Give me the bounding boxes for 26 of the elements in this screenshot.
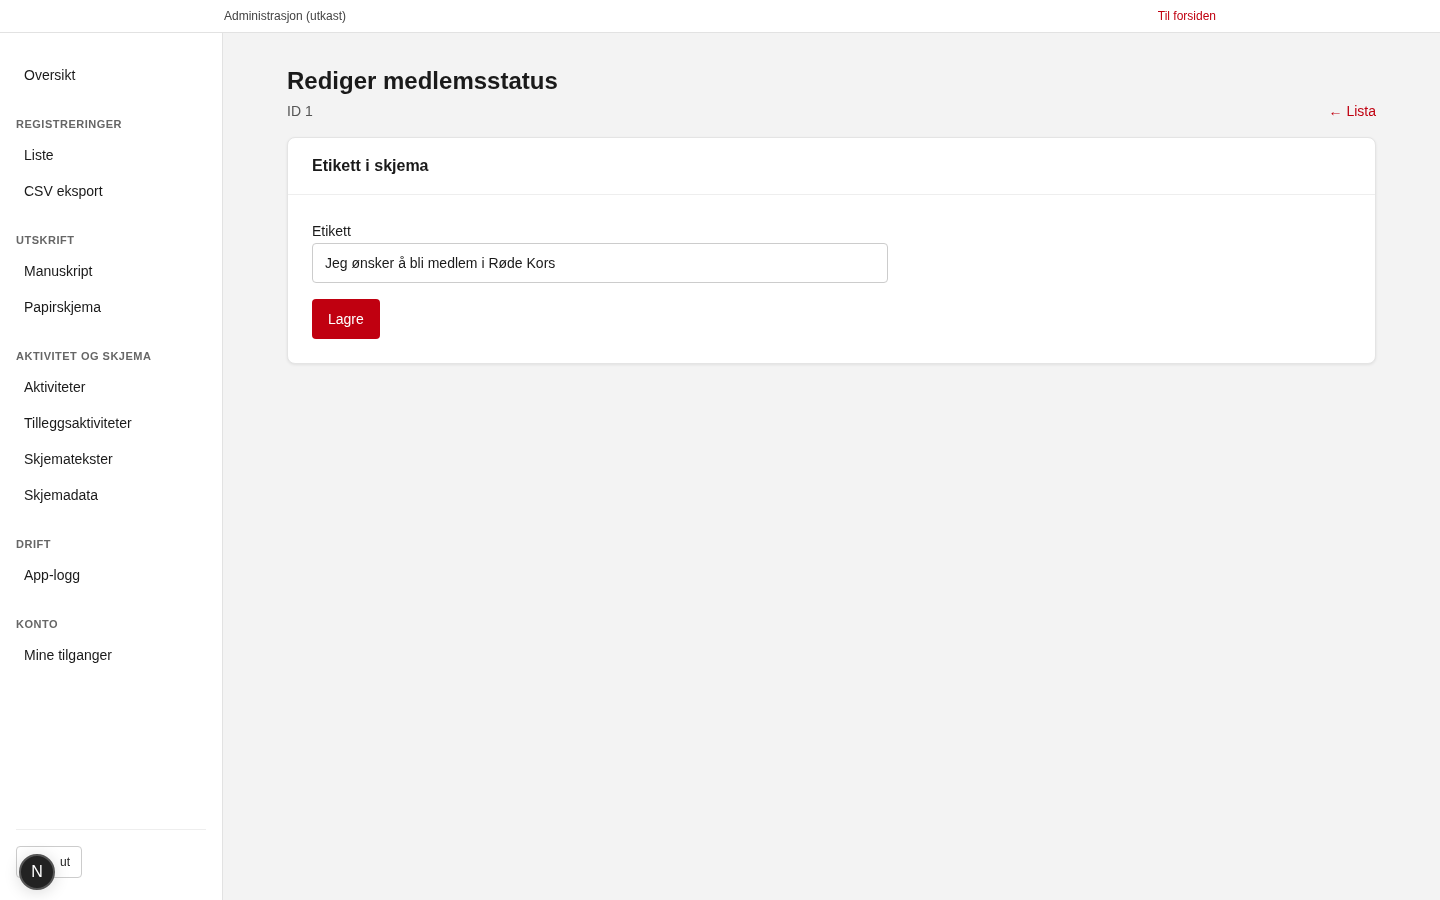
section-heading: UTSKRIFT bbox=[16, 233, 76, 248]
nav-link[interactable]: Manuskript bbox=[16, 253, 206, 289]
nav-link[interactable]: Papirskjema bbox=[16, 289, 206, 325]
nav-link[interactable]: Liste bbox=[16, 137, 206, 173]
section-heading: DRIFT bbox=[16, 537, 52, 552]
nav-link[interactable]: Oversikt bbox=[16, 57, 206, 93]
nav-link[interactable]: Skjematekster bbox=[16, 441, 206, 477]
section-heading: KONTO bbox=[16, 617, 60, 632]
section-heading: AKTIVITET OG SKJEMA bbox=[16, 349, 153, 364]
field-label: Etikett bbox=[312, 223, 352, 239]
record-id: ID 1 bbox=[287, 103, 313, 119]
nav-link[interactable]: App-logg bbox=[16, 557, 206, 593]
dev-tools-badge[interactable]: N bbox=[19, 854, 55, 890]
app-title: Administrasjon (utkast) bbox=[224, 9, 347, 23]
nav-link[interactable]: Skjemadata bbox=[16, 477, 206, 513]
nav-link[interactable]: Mine tilganger bbox=[16, 637, 206, 673]
section-heading: REGISTRERINGER bbox=[16, 117, 123, 132]
input-field[interactable]: Jeg ønsker å bli medlem i Røde Kors bbox=[312, 243, 888, 283]
nav-link[interactable]: Tilleggsaktiviteter bbox=[16, 405, 206, 441]
page-title: Rediger medlemsstatus bbox=[287, 67, 559, 95]
card-title: Etikett i skjema bbox=[312, 157, 429, 175]
save-button[interactable]: Lagre bbox=[312, 299, 380, 339]
back-link[interactable]: ← Lista bbox=[1328, 103, 1376, 119]
home-link[interactable]: Til forsiden bbox=[1157, 9, 1216, 23]
nav-link[interactable]: CSV eksport bbox=[16, 173, 206, 209]
nav-link[interactable]: Aktiviteter bbox=[16, 369, 206, 405]
